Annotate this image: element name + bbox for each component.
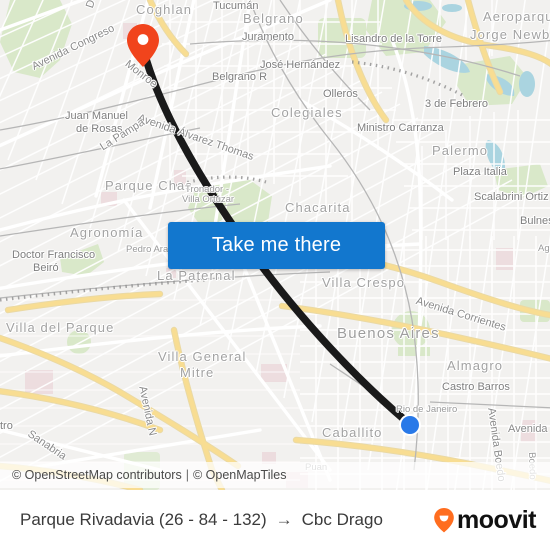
route-origin-label: Parque Rivadavia (26 - 84 - 132) (20, 510, 267, 529)
moovit-wordmark: moovit (457, 505, 536, 534)
take-me-there-button[interactable]: Take me there (168, 222, 385, 269)
route-destination-label: Cbc Drago (301, 510, 383, 529)
map-canvas[interactable]: CoghlanDonadoTucumánBelgranoJuramentoLis… (0, 0, 550, 490)
attribution-openmaptiles[interactable]: © OpenMapTiles (193, 468, 287, 482)
attribution-osm[interactable]: © OpenStreetMap contributors (12, 468, 182, 482)
moovit-pin-smile-icon (433, 507, 455, 533)
arrow-right-icon: → (275, 510, 293, 529)
map-attribution: © OpenStreetMap contributors | © OpenMap… (0, 462, 550, 488)
moovit-logo[interactable]: moovit (433, 507, 536, 533)
attribution-separator: | (185, 468, 189, 482)
blue-dot-icon[interactable] (399, 414, 421, 436)
route-summary: Parque Rivadavia (26 - 84 - 132) → Cbc D… (20, 510, 383, 530)
route-footer: Parque Rivadavia (26 - 84 - 132) → Cbc D… (0, 490, 550, 550)
moovit-route-map-screen: CoghlanDonadoTucumánBelgranoJuramentoLis… (0, 0, 550, 550)
